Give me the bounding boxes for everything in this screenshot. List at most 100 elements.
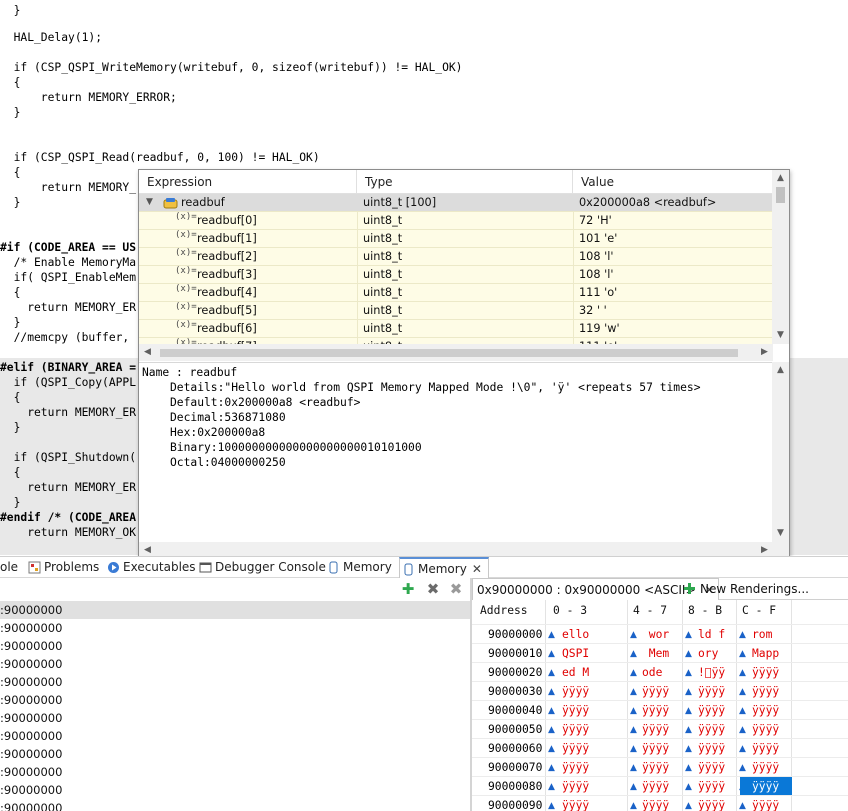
expression-row[interactable]: (x)= readbuf[3] uint8_t 108 'l': [139, 266, 773, 284]
tab-memory[interactable]: Memory: [325, 557, 392, 578]
column-header-value[interactable]: Value: [573, 170, 773, 194]
scroll-up-icon[interactable]: ▲: [772, 170, 789, 187]
scroll-thumb[interactable]: [776, 187, 785, 203]
memory-cell[interactable]: Mem: [642, 644, 669, 663]
scroll-left-icon[interactable]: ◀: [139, 542, 156, 556]
memory-row[interactable]: 90000010 ▲ QSPI ▲ Mem ▲ ory ▲ Mapp: [472, 643, 848, 662]
memory-cell[interactable]: ÿÿÿÿ: [752, 701, 779, 720]
memory-cell[interactable]: ÿÿÿÿ: [698, 720, 725, 739]
expression-horizontal-scrollbar[interactable]: ◀ ▶: [139, 344, 773, 361]
monitor-item[interactable]: :90000000: [0, 619, 470, 637]
tab-console[interactable]: ole: [0, 557, 18, 578]
memory-cell[interactable]: ÿÿÿÿ: [642, 682, 669, 701]
remove-all-monitors-icon[interactable]: ✖: [448, 581, 464, 597]
memory-cell[interactable]: ÿÿÿÿ: [562, 720, 589, 739]
memory-cell[interactable]: ÿÿÿÿ: [698, 701, 725, 720]
monitor-item[interactable]: :90000000: [0, 691, 470, 709]
detail-horizontal-scrollbar[interactable]: ◀ ▶: [139, 542, 789, 556]
memory-cell[interactable]: ÿÿÿÿ: [642, 701, 669, 720]
scroll-up-icon[interactable]: ▲: [772, 362, 789, 379]
monitor-item[interactable]: :90000000: [0, 781, 470, 799]
memory-cell[interactable]: Mapp: [752, 644, 779, 663]
memory-cell[interactable]: ode: [642, 663, 669, 682]
remove-monitor-icon[interactable]: ✖: [425, 581, 441, 597]
memory-row[interactable]: 90000070 ▲ ÿÿÿÿ ▲ ÿÿÿÿ ▲ ÿÿÿÿ ▲ ÿÿÿÿ: [472, 757, 848, 776]
memory-cell[interactable]: ÿÿÿÿ: [562, 739, 589, 758]
memory-cell[interactable]: ÿÿÿÿ: [698, 682, 725, 701]
memory-cell[interactable]: ÿÿÿÿ: [752, 720, 779, 739]
memory-cell[interactable]: ed M: [562, 663, 589, 682]
memory-row[interactable]: 90000080▲ÿÿÿÿ▲ÿÿÿÿ▲ÿÿÿÿ▲ÿÿÿÿ: [472, 776, 848, 796]
scroll-down-icon[interactable]: ▼: [772, 327, 789, 344]
expression-row[interactable]: (x)= readbuf[6] uint8_t 119 'w': [139, 320, 773, 338]
memory-cell[interactable]: ÿÿÿÿ: [698, 777, 725, 796]
monitor-item[interactable]: :90000000: [0, 601, 470, 619]
memory-row[interactable]: 90000030 ▲ ÿÿÿÿ ▲ ÿÿÿÿ ▲ ÿÿÿÿ ▲ ÿÿÿÿ: [472, 681, 848, 700]
memory-cell[interactable]: ÿÿÿÿ: [698, 739, 725, 758]
monitor-item[interactable]: :90000000: [0, 745, 470, 763]
expression-row[interactable]: (x)= readbuf[1] uint8_t 101 'e': [139, 230, 773, 248]
expression-row[interactable]: (x)= readbuf[0] uint8_t 72 'H': [139, 212, 773, 230]
memory-cell[interactable]: ÿÿÿÿ: [562, 701, 589, 720]
scroll-left-icon[interactable]: ◀: [139, 344, 156, 361]
scroll-right-icon[interactable]: ▶: [756, 542, 773, 556]
monitor-item[interactable]: :90000000: [0, 655, 470, 673]
memory-monitors-list[interactable]: :90000000:90000000:90000000:90000000:900…: [0, 600, 470, 811]
memory-cell[interactable]: rom: [752, 625, 779, 644]
monitor-item[interactable]: :90000000: [0, 727, 470, 745]
memory-row[interactable]: 90000090 ▲ ÿÿÿÿ ▲ ÿÿÿÿ ▲ ÿÿÿÿ ▲ ÿÿÿÿ: [472, 795, 848, 811]
memory-cell[interactable]: QSPI: [562, 644, 589, 663]
column-header-type[interactable]: Type: [357, 170, 573, 194]
memory-cell[interactable]: ! ÿÿ: [698, 663, 725, 682]
memory-cell[interactable]: ÿÿÿÿ: [752, 663, 779, 682]
expression-hover-popup[interactable]: Expression Type Value ▼ readbuf uint8_t [1…: [138, 169, 790, 557]
memory-cell[interactable]: ÿÿÿÿ: [562, 682, 589, 701]
detail-pane[interactable]: Name : readbuf Details:"Hello world from…: [139, 362, 773, 542]
memory-cell[interactable]: ÿÿÿÿ: [752, 796, 779, 811]
tab-executables[interactable]: Executables: [105, 557, 196, 578]
memory-cell[interactable]: ÿÿÿÿ: [642, 796, 669, 811]
memory-row[interactable]: 90000040 ▲ ÿÿÿÿ ▲ ÿÿÿÿ ▲ ÿÿÿÿ ▲ ÿÿÿÿ: [472, 700, 848, 719]
memory-cell[interactable]: ory: [698, 644, 725, 663]
memory-cell[interactable]: ÿÿÿÿ: [642, 777, 669, 796]
memory-row[interactable]: 90000020 ▲ ed M ▲ ode ▲ ! ÿÿ ▲ ÿÿÿÿ: [472, 662, 848, 681]
memory-cell[interactable]: ld f: [698, 625, 725, 644]
monitor-item[interactable]: :90000000: [0, 637, 470, 655]
memory-cell[interactable]: ÿÿÿÿ: [642, 720, 669, 739]
memory-cell[interactable]: ÿÿÿÿ: [752, 739, 779, 758]
tab-debugger-console[interactable]: Debugger Console: [197, 557, 326, 578]
memory-cell[interactable]: ÿÿÿÿ: [752, 758, 779, 777]
memory-cell[interactable]: ÿÿÿÿ: [642, 758, 669, 777]
memory-row[interactable]: 90000060 ▲ ÿÿÿÿ ▲ ÿÿÿÿ ▲ ÿÿÿÿ ▲ ÿÿÿÿ: [472, 738, 848, 757]
expression-row[interactable]: (x)= readbuf[5] uint8_t 32 ' ': [139, 302, 773, 320]
collapse-chevron-icon[interactable]: ▼: [146, 197, 153, 207]
add-monitor-icon[interactable]: ✚: [400, 581, 416, 597]
tab-new-renderings[interactable]: New Renderings...: [680, 578, 809, 600]
expression-row[interactable]: (x)= readbuf[2] uint8_t 108 'l': [139, 248, 773, 266]
memory-cell[interactable]: wor: [642, 625, 669, 644]
memory-cell[interactable]: ÿÿÿÿ: [740, 777, 792, 796]
memory-cell[interactable]: ÿÿÿÿ: [698, 796, 725, 811]
monitor-item[interactable]: :90000000: [0, 763, 470, 781]
memory-row[interactable]: 90000000 ▲ ello ▲ wor ▲ ld f ▲ rom: [472, 624, 848, 643]
memory-cell[interactable]: ÿÿÿÿ: [562, 796, 589, 811]
memory-row[interactable]: 90000050 ▲ ÿÿÿÿ ▲ ÿÿÿÿ ▲ ÿÿÿÿ ▲ ÿÿÿÿ: [472, 719, 848, 738]
scroll-down-icon[interactable]: ▼: [772, 525, 789, 542]
memory-cell[interactable]: ÿÿÿÿ: [562, 758, 589, 777]
tab-problems[interactable]: Problems: [26, 557, 99, 578]
column-header-expression[interactable]: Expression: [139, 170, 357, 194]
monitor-item[interactable]: :90000000: [0, 673, 470, 691]
scroll-right-icon[interactable]: ▶: [756, 344, 773, 361]
scroll-thumb[interactable]: [160, 349, 738, 357]
expression-vertical-scrollbar[interactable]: ▲ ▼: [772, 170, 789, 344]
expression-row-readbuf[interactable]: ▼ readbuf uint8_t [100] 0x200000a8 <readbuf…: [139, 194, 773, 212]
monitor-item[interactable]: :90000000: [0, 709, 470, 727]
memory-cell[interactable]: ÿÿÿÿ: [562, 777, 589, 796]
close-icon[interactable]: ✕: [472, 559, 482, 580]
memory-rendering-grid[interactable]: Address 0 - 3 4 - 7 8 - B C - F 90000000…: [472, 600, 848, 811]
memory-cell[interactable]: ello: [562, 625, 589, 644]
memory-cell[interactable]: ÿÿÿÿ: [698, 758, 725, 777]
detail-vertical-scrollbar[interactable]: ▲ ▼: [772, 362, 789, 542]
expression-table[interactable]: Expression Type Value ▼ readbuf uint8_t [1…: [139, 170, 773, 344]
monitor-item[interactable]: :90000000: [0, 799, 470, 811]
